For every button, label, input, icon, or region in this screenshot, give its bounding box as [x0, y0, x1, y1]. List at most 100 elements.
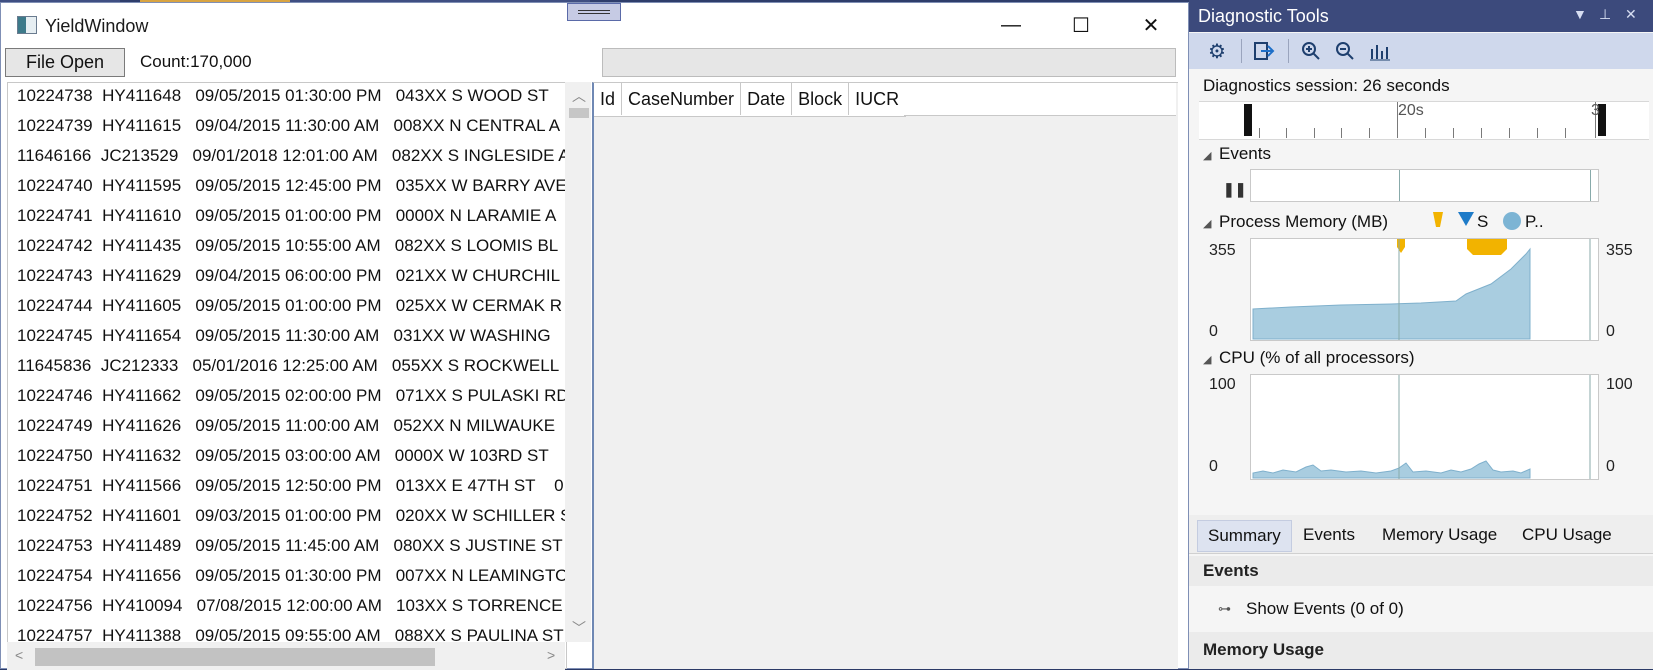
cpu-y-min-left: 0 — [1209, 458, 1218, 475]
reset-zoom-icon[interactable] — [1367, 39, 1393, 63]
list-item[interactable]: 10224740 HY411595 09/05/2015 12:45:00 PM… — [17, 171, 566, 201]
cpu-chart[interactable] — [1250, 374, 1599, 480]
maximize-button[interactable]: ☐ — [1046, 3, 1116, 47]
collapse-triangle-icon[interactable]: ◢ — [1203, 217, 1211, 230]
tab-strip: Summary Events Memory Usage CPU Usage — [1189, 515, 1653, 554]
record-count: Count:170,000 — [140, 52, 252, 71]
list-item[interactable]: 10224752 HY411601 09/03/2015 01:00:00 PM… — [17, 501, 566, 531]
list-item[interactable]: 10224750 HY411632 09/05/2015 03:00:00 AM… — [17, 441, 549, 471]
app-icon — [17, 16, 37, 34]
events-track[interactable] — [1250, 169, 1599, 202]
memory-y-min-left: 0 — [1209, 323, 1218, 340]
window-title: YieldWindow — [45, 16, 149, 36]
list-item[interactable]: 10224744 HY411605 09/05/2015 01:00:00 PM… — [17, 291, 562, 321]
snapshot-legend-icon — [1457, 211, 1475, 232]
close-icon[interactable]: ✕ — [1625, 6, 1637, 23]
scroll-down-icon[interactable]: ﹀ — [572, 618, 586, 638]
progress-bar — [602, 48, 1176, 77]
cpu-y-max-left: 100 — [1209, 376, 1236, 393]
pause-icon[interactable]: ❚❚ — [1223, 181, 1246, 198]
data-grid[interactable]: Id CaseNumber Date Block IUCR — [592, 82, 1178, 669]
grid-header: Id CaseNumber Date Block IUCR — [594, 83, 907, 117]
summary-memory-header: Memory Usage — [1203, 640, 1324, 659]
list-item[interactable]: 11646166 JC213529 09/01/2018 12:01:00 AM… — [17, 141, 566, 171]
legend-private-bytes-label: P.. — [1525, 212, 1544, 231]
yield-window: YieldWindow — ☐ ✕ File Open Count:170,00… — [0, 2, 1189, 670]
scroll-thumb[interactable] — [569, 108, 589, 118]
horizontal-scrollbar[interactable]: < > — [7, 642, 565, 670]
cpu-y-max-right: 100 — [1606, 376, 1633, 393]
scroll-thumb[interactable] — [35, 648, 435, 666]
list-item[interactable]: 10224753 HY411489 09/05/2015 11:45:00 AM… — [17, 531, 563, 561]
timeline-start-handle[interactable] — [1244, 104, 1252, 136]
cpu-title: CPU (% of all processors) — [1219, 348, 1415, 367]
tab-cpu-usage[interactable]: CPU Usage — [1512, 520, 1622, 550]
list-item[interactable]: 11645836 JC212333 05/01/2016 12:25:00 AM… — [17, 351, 559, 381]
maximize-icon: ☐ — [1072, 14, 1090, 37]
panel-toolbar: ⚙ — [1189, 33, 1653, 69]
zoom-out-icon[interactable] — [1332, 39, 1358, 63]
tab-memory-usage[interactable]: Memory Usage — [1372, 520, 1507, 550]
export-icon[interactable] — [1251, 39, 1277, 63]
show-events-link[interactable]: Show Events (0 of 0) — [1246, 599, 1404, 619]
tab-events[interactable]: Events — [1293, 520, 1365, 550]
zoom-in-icon[interactable] — [1298, 39, 1324, 63]
cpu-y-min-right: 0 — [1606, 458, 1615, 475]
list-item[interactable]: 10224742 HY411435 09/05/2015 10:55:00 AM… — [17, 231, 558, 261]
toolbar-separator — [1241, 39, 1242, 63]
scroll-right-icon[interactable]: > — [547, 647, 555, 663]
column-header-id[interactable]: Id — [594, 83, 623, 115]
close-button[interactable]: ✕ — [1116, 3, 1186, 47]
memory-y-min-right: 0 — [1606, 323, 1615, 340]
close-icon: ✕ — [1142, 14, 1160, 37]
list-item[interactable]: 10224756 HY410094 07/08/2015 12:00:00 AM… — [17, 591, 563, 621]
timeline-ruler[interactable]: 20s 3 — [1199, 101, 1649, 140]
panel-title-bar[interactable]: Diagnostic Tools ▼ ⊥ ✕ — [1189, 0, 1653, 32]
column-header-block[interactable]: Block — [792, 83, 850, 115]
timeline-label-end: 3 — [1591, 102, 1600, 119]
list-item[interactable]: 10224751 HY411566 09/05/2015 12:50:00 PM… — [17, 471, 564, 501]
file-open-button[interactable]: File Open — [5, 48, 125, 77]
list-item[interactable]: 10224749 HY411626 09/05/2015 11:00:00 AM… — [17, 411, 555, 441]
drag-grip-icon[interactable] — [567, 3, 621, 21]
scroll-left-icon[interactable]: < — [15, 647, 23, 663]
title-bar[interactable]: YieldWindow — ☐ ✕ — [1, 3, 1188, 47]
summary-events-header: Events — [1203, 561, 1259, 580]
column-header-date[interactable]: Date — [741, 83, 793, 115]
minimize-icon: — — [1001, 13, 1021, 36]
collapse-triangle-icon[interactable]: ◢ — [1203, 353, 1211, 366]
gear-icon[interactable]: ⚙ — [1204, 39, 1230, 63]
list-item[interactable]: 10224738 HY411648 09/05/2015 01:30:00 PM… — [17, 83, 549, 111]
column-header-iucr[interactable]: IUCR — [849, 83, 907, 115]
show-events-icon: ⊶ — [1218, 601, 1231, 616]
list-item[interactable]: 10224743 HY411629 09/04/2015 06:00:00 PM… — [17, 261, 560, 291]
grid-header-filler — [904, 83, 1176, 116]
column-header-casenumber[interactable]: CaseNumber — [622, 83, 742, 115]
diagnostic-tools-panel: Diagnostic Tools ▼ ⊥ ✕ ⚙ Diagnostics ses… — [1189, 0, 1653, 669]
session-duration: Diagnostics session: 26 seconds — [1203, 76, 1450, 95]
timeline-label: 20s — [1398, 102, 1424, 119]
legend-snapshot-label: S — [1477, 212, 1489, 231]
process-memory-title: Process Memory (MB) — [1219, 212, 1389, 231]
process-memory-chart[interactable] — [1250, 238, 1599, 341]
pin-icon[interactable]: ⊥ — [1599, 6, 1611, 23]
tab-summary[interactable]: Summary — [1197, 520, 1292, 552]
scroll-up-icon[interactable]: ︿ — [572, 86, 586, 106]
list-item[interactable]: 10224754 HY411656 09/05/2015 01:30:00 PM… — [17, 561, 566, 591]
gc-legend-icon — [1432, 211, 1444, 234]
events-section-title: Events — [1219, 144, 1271, 163]
memory-y-max-left: 355 — [1209, 242, 1236, 259]
list-item[interactable]: 10224746 HY411662 09/05/2015 02:00:00 PM… — [17, 381, 566, 411]
collapse-triangle-icon[interactable]: ◢ — [1203, 149, 1211, 162]
list-item[interactable]: 10224741 HY411610 09/05/2015 01:00:00 PM… — [17, 201, 556, 231]
minimize-button[interactable]: — — [976, 3, 1046, 47]
dropdown-icon[interactable]: ▼ — [1573, 6, 1587, 22]
memory-y-max-right: 355 — [1606, 242, 1633, 259]
private-bytes-legend-icon — [1503, 212, 1521, 230]
toolbar-separator — [1288, 39, 1289, 63]
record-list[interactable]: 10224738 HY411648 09/05/2015 01:30:00 PM… — [7, 82, 567, 669]
list-item[interactable]: 10224745 HY411654 09/05/2015 11:30:00 AM… — [17, 321, 551, 351]
panel-title: Diagnostic Tools — [1198, 6, 1329, 26]
vertical-scrollbar[interactable]: ︿ ﹀ — [565, 82, 591, 642]
list-item[interactable]: 10224739 HY411615 09/04/2015 11:30:00 AM… — [17, 111, 560, 141]
